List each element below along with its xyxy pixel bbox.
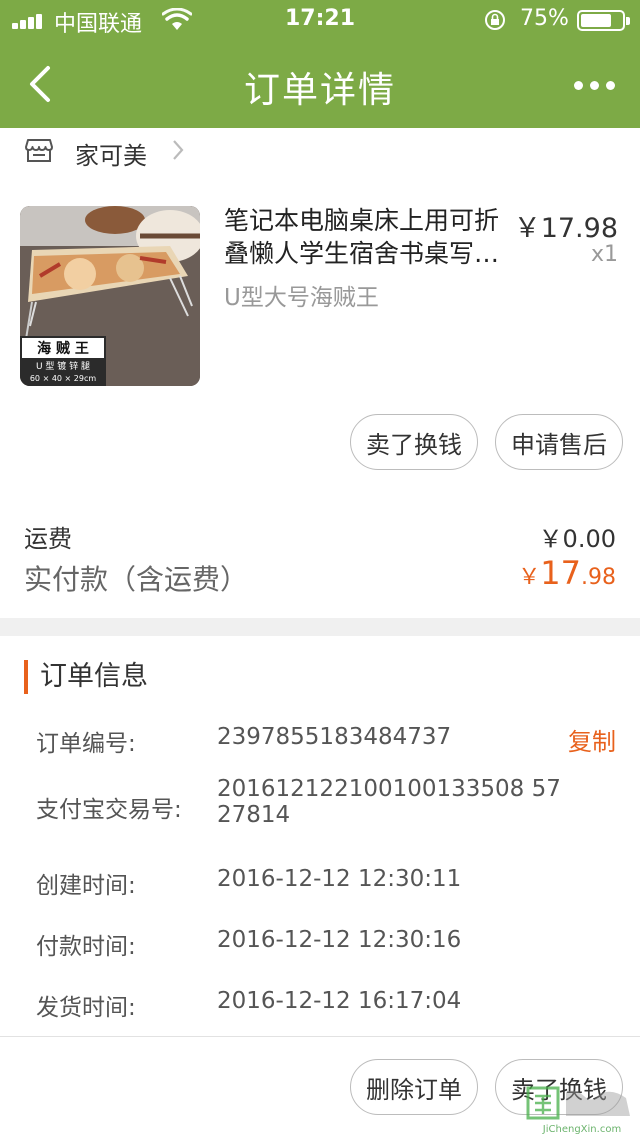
battery-icon: [577, 10, 630, 31]
after-sale-button[interactable]: 申请售后: [495, 414, 623, 470]
product-title-line2: 叠懒人学生宿舍书桌写…: [224, 239, 500, 268]
app-header: 中国联通 17:21 75% 订单详情: [0, 0, 640, 128]
shipping-label: 运费: [24, 525, 72, 553]
chevron-right-icon: [173, 140, 184, 160]
order-detail-page: 中国联通 17:21 75% 订单详情 家可美 海 贼 王 U 型 镀 锌 腿 …: [0, 0, 640, 1136]
sell-item-button[interactable]: 卖了换钱: [350, 414, 478, 470]
alipay-trade-label: 支付宝交易号:: [36, 797, 182, 823]
paid-currency: ￥: [518, 565, 541, 590]
more-button[interactable]: [570, 70, 620, 100]
bottom-bar-divider: [0, 1036, 640, 1037]
order-number-value: 2397855183484737: [217, 724, 452, 750]
image-caption-2: U 型 镀 锌 腿: [36, 360, 90, 372]
paid-integer: 17: [540, 554, 581, 592]
paid-decimal: .98: [581, 565, 616, 590]
more-dots-icon: [574, 81, 583, 90]
alipay-trade-line1: 201612122100100133508 57: [217, 776, 561, 802]
battery-percentage: 75%: [520, 6, 569, 31]
order-info-title: 订单信息: [24, 660, 148, 694]
paid-amount: ￥17.98: [518, 554, 616, 592]
product-image[interactable]: 海 贼 王 U 型 镀 锌 腿 60 × 40 × 29cm: [20, 206, 200, 386]
order-number-label: 订单编号:: [36, 731, 136, 757]
product-quantity: x1: [590, 242, 618, 267]
image-caption: 海 贼 王: [37, 340, 89, 357]
section-divider: [0, 618, 640, 636]
created-time-label: 创建时间:: [36, 873, 136, 899]
paid-label: 实付款（含运费）: [24, 563, 249, 596]
rotation-lock-icon: [485, 10, 505, 30]
nav-bar: 订单详情: [0, 40, 640, 128]
copy-button[interactable]: 复制: [568, 722, 616, 757]
product-price: ￥17.98: [513, 213, 618, 244]
shop-link[interactable]: 家可美: [0, 128, 640, 174]
store-icon: [25, 139, 53, 162]
alipay-trade-value: 201612122100100133508 57 27814: [217, 776, 561, 828]
shop-name: 家可美: [75, 142, 147, 170]
product-title[interactable]: 笔记本电脑桌床上用可折 叠懒人学生宿舍书桌写…: [224, 204, 524, 270]
shipping-value: ￥0.00: [538, 525, 616, 553]
alipay-trade-line2: 27814: [217, 802, 291, 828]
image-caption-3: 60 × 40 × 29cm: [30, 374, 97, 383]
product-spec: U型大号海贼王: [224, 285, 379, 311]
page-title: 订单详情: [243, 70, 396, 111]
shipped-time-label: 发货时间:: [36, 995, 136, 1021]
created-time-value: 2016-12-12 12:30:11: [217, 866, 462, 892]
shipped-time-value: 2016-12-12 16:17:04: [217, 988, 462, 1014]
delete-order-button[interactable]: 删除订单: [350, 1059, 478, 1115]
watermark-logo: JiChengXin.com: [526, 1086, 630, 1135]
paid-time-value: 2016-12-12 12:30:16: [217, 927, 462, 953]
paid-time-label: 付款时间:: [36, 934, 136, 960]
status-bar: 中国联通 17:21 75%: [0, 0, 640, 40]
watermark-text: JiChengXin.com: [542, 1124, 621, 1135]
product-title-line1: 笔记本电脑桌床上用可折: [224, 206, 500, 235]
